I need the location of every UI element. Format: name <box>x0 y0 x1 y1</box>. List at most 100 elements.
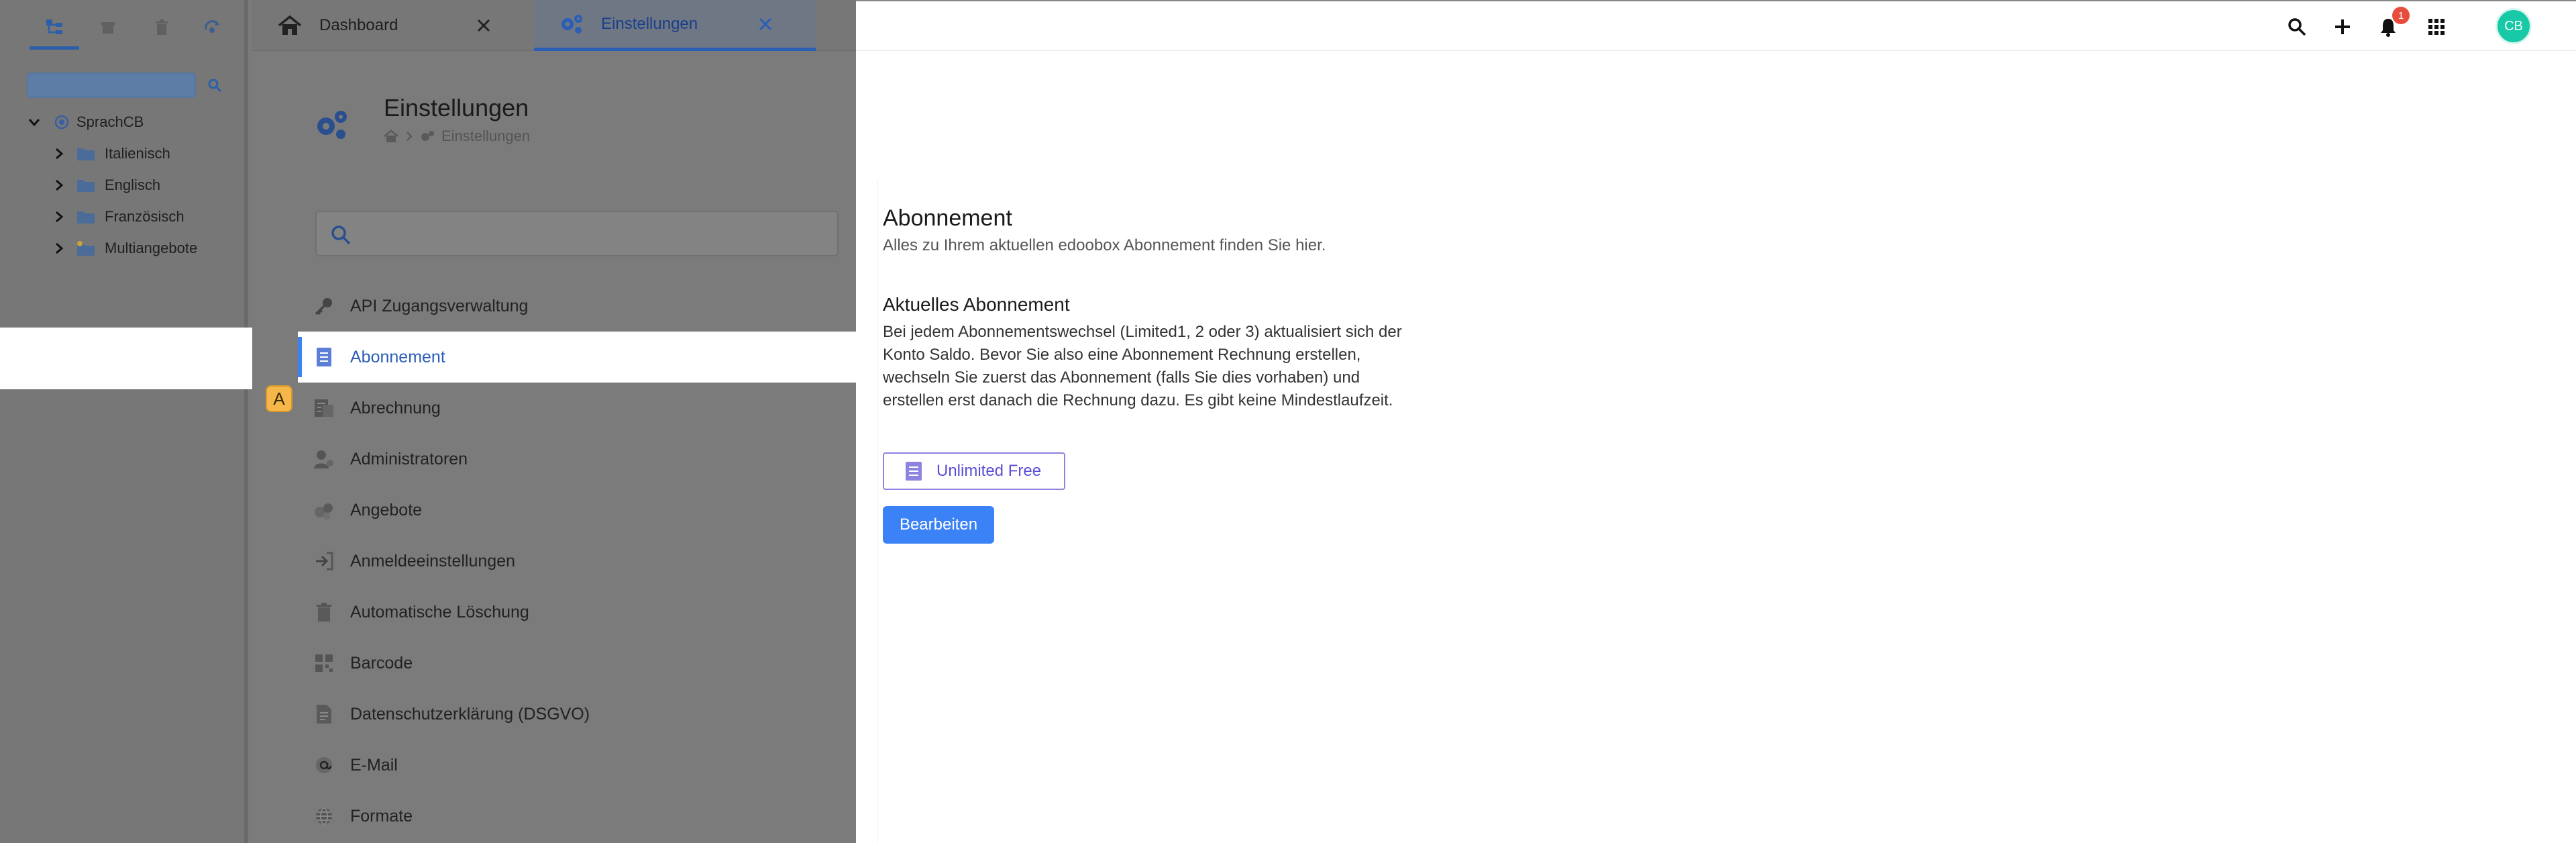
archive-button[interactable] <box>97 16 119 39</box>
tab-dashboard[interactable]: Dashboard <box>252 0 534 51</box>
close-tab-einstellungen-button[interactable] <box>755 14 775 34</box>
document-icon <box>313 346 335 368</box>
tree-root-sprachcb[interactable]: SprachCB <box>27 109 144 136</box>
settings-item-api-zugangsverwaltung[interactable]: API Zugangsverwaltung <box>298 281 856 332</box>
login-icon <box>313 550 335 573</box>
page-title: Einstellungen <box>384 94 529 121</box>
sidebar-toolbar <box>0 0 248 54</box>
edit-subscription-button[interactable]: Bearbeiten <box>883 506 994 544</box>
current-plan-badge: Unlimited Free <box>883 452 1065 490</box>
settings-item-label: Angebote <box>350 500 423 519</box>
current-subscription-title: Aktuelles Abonnement <box>883 294 1070 315</box>
gears-icon <box>421 131 434 141</box>
tree-search-button[interactable] <box>203 72 227 98</box>
close-icon <box>759 17 772 30</box>
sync-button[interactable] <box>201 16 224 39</box>
admin-icon <box>313 448 335 470</box>
plus-icon <box>2335 19 2350 34</box>
settings-item-barcode[interactable]: Barcode <box>298 638 856 689</box>
settings-item-angebote[interactable]: Angebote <box>298 485 856 536</box>
settings-item-label: Abrechnung <box>350 398 441 417</box>
tree-item-label: Multiangebote <box>105 240 198 256</box>
marker-badge: A <box>266 385 292 412</box>
search-icon <box>2288 18 2306 36</box>
delete-button[interactable] <box>150 16 173 39</box>
settings-item-label: Anmeldeeinstellungen <box>350 551 516 571</box>
settings-item-label: Automatische Löschung <box>350 602 529 622</box>
top-bar: 1 CB <box>856 0 2576 51</box>
search-button[interactable] <box>2284 13 2310 40</box>
tree-item-label: Französisch <box>105 208 184 225</box>
folder-icon <box>77 148 95 160</box>
close-tab-dashboard-button[interactable] <box>474 15 494 36</box>
settings-item-abonnement[interactable]: Abonnement <box>298 332 856 383</box>
search-icon <box>208 79 222 93</box>
chevron-right-icon <box>56 179 64 191</box>
tree-item-italienisch[interactable]: Italienisch <box>52 140 170 167</box>
tree-search-input[interactable] <box>27 72 196 98</box>
settings-item-email[interactable]: E-Mail <box>298 740 856 791</box>
plan-label: Unlimited Free <box>936 462 1042 480</box>
target-icon <box>54 115 69 130</box>
breadcrumb-current: Einstellungen <box>441 128 531 144</box>
tree-item-label: Italienisch <box>105 145 170 162</box>
tab-label: Dashboard <box>319 16 398 34</box>
user-avatar[interactable]: CB <box>2496 8 2532 44</box>
grid-icon <box>2428 19 2445 35</box>
tree-item-franzoesisch[interactable]: Französisch <box>52 203 184 230</box>
tab-bar: Dashboard Einstellungen <box>252 0 856 51</box>
gears-icon <box>558 11 585 38</box>
home-icon[interactable] <box>384 130 398 143</box>
folder-icon <box>77 211 95 224</box>
settings-item-label: Datenschutzerklärung (DSGVO) <box>350 704 590 724</box>
main-content: 1 CB Abonnement Alles zu Ihrem aktuellen… <box>856 0 2576 843</box>
key-icon <box>313 295 335 317</box>
chevron-right-icon <box>56 211 64 223</box>
tab-label: Einstellungen <box>601 14 698 33</box>
archive-icon <box>101 22 115 34</box>
trash-icon <box>156 19 168 35</box>
chevron-down-icon <box>28 119 40 127</box>
settings-item-datenschutzerklaerung[interactable]: Datenschutzerklärung (DSGVO) <box>298 689 856 740</box>
settings-item-automatische-loeschung[interactable]: Automatische Löschung <box>298 587 856 638</box>
settings-item-label: Barcode <box>350 653 413 673</box>
subscription-description: Bei jedem Abonnementswechsel (Limited1, … <box>883 323 1402 409</box>
settings-item-administratoren[interactable]: Administratoren <box>298 434 856 485</box>
close-icon <box>477 19 490 32</box>
tab-einstellungen[interactable]: Einstellungen <box>534 0 816 51</box>
section-subtitle: Alles zu Ihrem aktuellen edoobox Abonnem… <box>883 236 1326 254</box>
tree-item-label: Englisch <box>105 177 161 193</box>
tree-item-multiangebote[interactable]: Multiangebote <box>52 235 197 262</box>
folder-icon <box>77 180 95 192</box>
globe-icon <box>313 805 335 828</box>
home-icon <box>276 12 303 39</box>
settings-gears-icon <box>317 111 347 139</box>
notification-count-badge: 1 <box>2392 7 2410 24</box>
search-icon <box>331 226 351 245</box>
offers-icon <box>313 499 335 522</box>
settings-panel: Dashboard Einstellungen Einstellungen Ei… <box>252 0 856 843</box>
breadcrumb: Einstellungen <box>384 128 530 145</box>
add-button[interactable] <box>2329 13 2356 40</box>
billing-icon <box>313 397 335 419</box>
settings-search-input[interactable] <box>315 211 839 256</box>
settings-item-label: Abonnement <box>350 347 445 366</box>
settings-item-anmeldeeinstellungen[interactable]: Anmeldeeinstellungen <box>298 536 856 587</box>
settings-item-label: API Zugangsverwaltung <box>350 296 529 315</box>
highlight-strip <box>0 328 252 389</box>
tree-view-button[interactable] <box>30 16 79 50</box>
settings-item-label: Administratoren <box>350 449 468 468</box>
settings-item-formate[interactable]: Formate <box>298 791 856 842</box>
section-title: Abonnement <box>883 205 1012 231</box>
at-icon <box>313 754 335 777</box>
tree-root-label: SprachCB <box>76 113 144 130</box>
settings-item-label: Formate <box>350 806 413 826</box>
document-icon <box>906 462 922 481</box>
apps-button[interactable] <box>2423 13 2450 40</box>
settings-item-abrechnung[interactable]: Abrechnung <box>298 383 856 434</box>
tree-view-icon <box>46 19 62 34</box>
tree-sidebar: SprachCB Italienisch Englisch Französisc… <box>0 0 248 843</box>
notifications-button[interactable]: 1 <box>2375 7 2410 40</box>
privacy-document-icon <box>313 703 335 726</box>
tree-item-englisch[interactable]: Englisch <box>52 172 160 199</box>
